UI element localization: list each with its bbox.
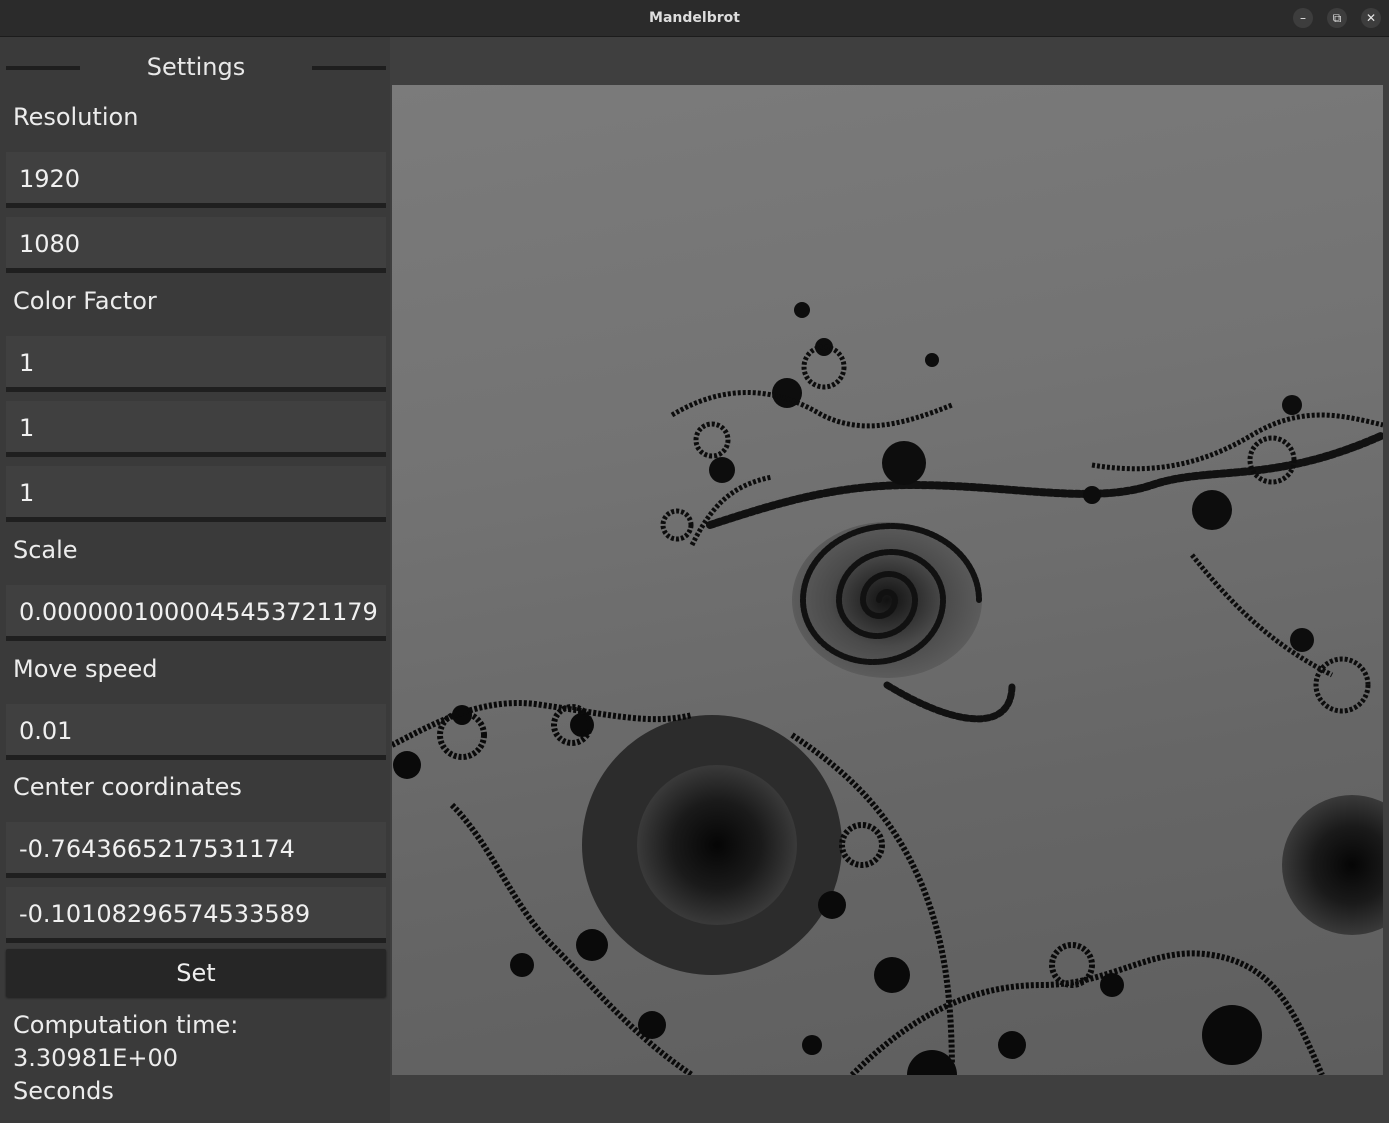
center-coordinates-label: Center coordinates bbox=[13, 773, 242, 801]
minimize-button[interactable]: – bbox=[1293, 8, 1313, 28]
color-factor-g-input[interactable]: 1 bbox=[6, 401, 386, 457]
scale-input[interactable]: 0.0000001000045453721179 bbox=[6, 585, 386, 641]
computation-time-value: 3.30981E+00 bbox=[13, 1044, 179, 1072]
move-speed-label: Move speed bbox=[13, 655, 158, 683]
close-button[interactable]: ✕ bbox=[1361, 8, 1381, 28]
color-factor-b-value: 1 bbox=[19, 479, 35, 507]
move-speed-input[interactable]: 0.01 bbox=[6, 704, 386, 760]
center-y-value: -0.10108296574533589 bbox=[19, 900, 311, 928]
window-title: Mandelbrot bbox=[649, 10, 740, 26]
computation-time-unit: Seconds bbox=[13, 1077, 114, 1105]
scale-label: Scale bbox=[13, 536, 78, 564]
set-button[interactable]: Set bbox=[6, 949, 386, 997]
settings-header: Settings bbox=[6, 49, 386, 85]
center-y-input[interactable]: -0.10108296574533589 bbox=[6, 887, 386, 943]
center-x-input[interactable]: -0.7643665217531174 bbox=[6, 822, 386, 878]
resolution-height-value: 1080 bbox=[19, 230, 81, 258]
resolution-height-input[interactable]: 1080 bbox=[6, 217, 386, 273]
fractal-image bbox=[392, 302, 1383, 1075]
maximize-button[interactable]: ⧉ bbox=[1327, 8, 1347, 28]
resolution-width-value: 1920 bbox=[19, 165, 81, 193]
resolution-label: Resolution bbox=[13, 103, 139, 131]
move-speed-value: 0.01 bbox=[19, 717, 73, 745]
resolution-width-input[interactable]: 1920 bbox=[6, 152, 386, 208]
computation-time: Computation time: 3.30981E+00 Seconds bbox=[13, 1009, 238, 1108]
title-bar: Mandelbrot – ⧉ ✕ bbox=[0, 0, 1389, 37]
color-factor-g-value: 1 bbox=[19, 414, 35, 442]
computation-time-label: Computation time: bbox=[13, 1011, 239, 1039]
center-x-value: -0.7643665217531174 bbox=[19, 835, 295, 863]
color-factor-b-input[interactable]: 1 bbox=[6, 466, 386, 522]
header-divider-right bbox=[312, 66, 386, 70]
color-factor-label: Color Factor bbox=[13, 287, 157, 315]
scale-value: 0.0000001000045453721179 bbox=[19, 598, 378, 626]
color-factor-r-input[interactable]: 1 bbox=[6, 336, 386, 392]
fractal-render-view[interactable] bbox=[392, 85, 1383, 1075]
settings-panel: Settings Resolution 1920 1080 Color Fact… bbox=[0, 37, 390, 1123]
color-factor-r-value: 1 bbox=[19, 349, 35, 377]
